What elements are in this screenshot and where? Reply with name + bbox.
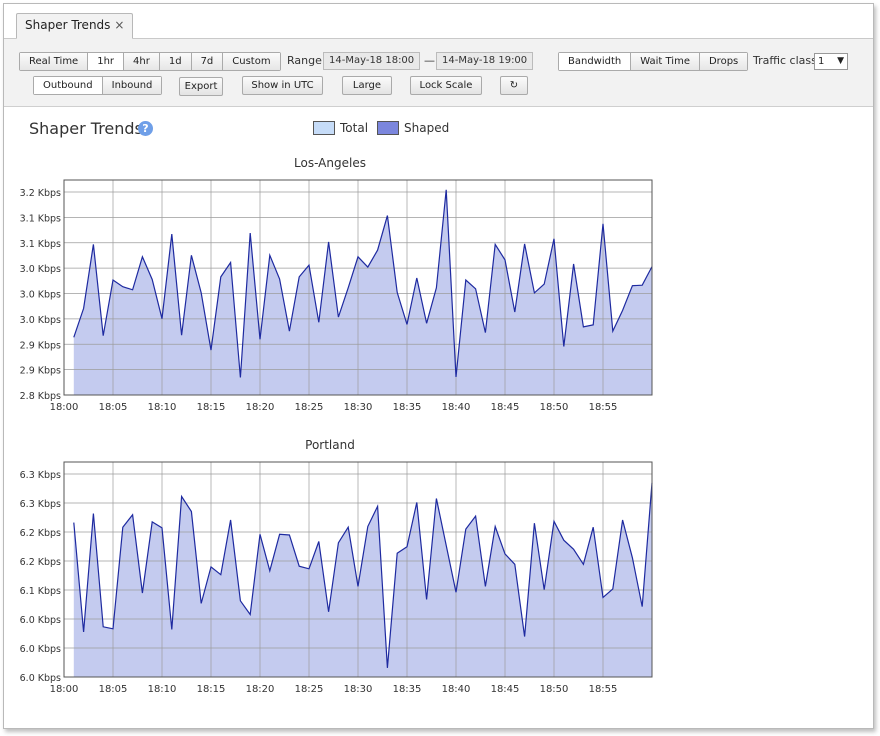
- x-tick-label: 18:55: [589, 684, 618, 695]
- x-tick-label: 18:30: [344, 684, 373, 695]
- chart-title: Portland: [305, 438, 355, 452]
- x-tick-label: 18:30: [344, 402, 373, 413]
- x-tick-label: 18:05: [99, 402, 128, 413]
- y-tick-label: 6.3 Kbps: [20, 499, 61, 510]
- y-tick-label: 6.2 Kbps: [20, 528, 61, 539]
- x-tick-label: 18:20: [246, 402, 275, 413]
- x-tick-label: 18:00: [50, 402, 79, 413]
- x-tick-label: 18:25: [295, 402, 324, 413]
- x-tick-label: 18:20: [246, 684, 275, 695]
- x-tick-label: 18:50: [540, 402, 569, 413]
- x-tick-label: 18:45: [491, 684, 520, 695]
- x-tick-label: 18:10: [148, 684, 177, 695]
- x-tick-label: 18:40: [442, 684, 471, 695]
- y-tick-label: 3.0 Kbps: [20, 290, 61, 301]
- chart-title: Los-Angeles: [294, 156, 366, 170]
- x-tick-label: 18:55: [589, 402, 618, 413]
- y-tick-label: 3.0 Kbps: [20, 315, 61, 326]
- x-tick-label: 18:35: [393, 402, 422, 413]
- charts-svg: 18:00 18:05 18:10 18:15 18:20 18:25 18:30 18:35…: [20, 156, 653, 695]
- x-tick-label: 18:05: [99, 684, 128, 695]
- y-tick-label: 3.2 Kbps: [20, 188, 61, 199]
- x-tick-label: 18:15: [197, 684, 226, 695]
- y-tick-label: 3.0 Kbps: [20, 264, 61, 275]
- y-tick-label: 3.1 Kbps: [20, 239, 61, 250]
- x-tick-label: 18:40: [442, 402, 471, 413]
- y-tick-label: 6.0 Kbps: [20, 673, 61, 684]
- y-tick-label: 6.1 Kbps: [20, 586, 61, 597]
- x-tick-label: 18:50: [540, 684, 569, 695]
- chart-area: [73, 189, 653, 395]
- y-tick-label: 2.9 Kbps: [20, 366, 61, 377]
- y-tick-label: 6.0 Kbps: [20, 644, 61, 655]
- x-tick-label: 18:25: [295, 684, 324, 695]
- x-tick-label: 18:15: [197, 402, 226, 413]
- x-tick-label: 18:45: [491, 402, 520, 413]
- x-tick-label: 18:10: [148, 402, 177, 413]
- y-tick-label: 6.3 Kbps: [20, 470, 61, 481]
- y-tick-label: 6.2 Kbps: [20, 557, 61, 568]
- y-tick-label: 2.9 Kbps: [20, 340, 61, 351]
- y-tick-label: 6.0 Kbps: [20, 615, 61, 626]
- y-tick-label: 2.8 Kbps: [20, 391, 61, 402]
- x-tick-label: 18:35: [393, 684, 422, 695]
- x-tick-label: 18:00: [50, 684, 79, 695]
- y-tick-label: 3.1 Kbps: [20, 213, 61, 224]
